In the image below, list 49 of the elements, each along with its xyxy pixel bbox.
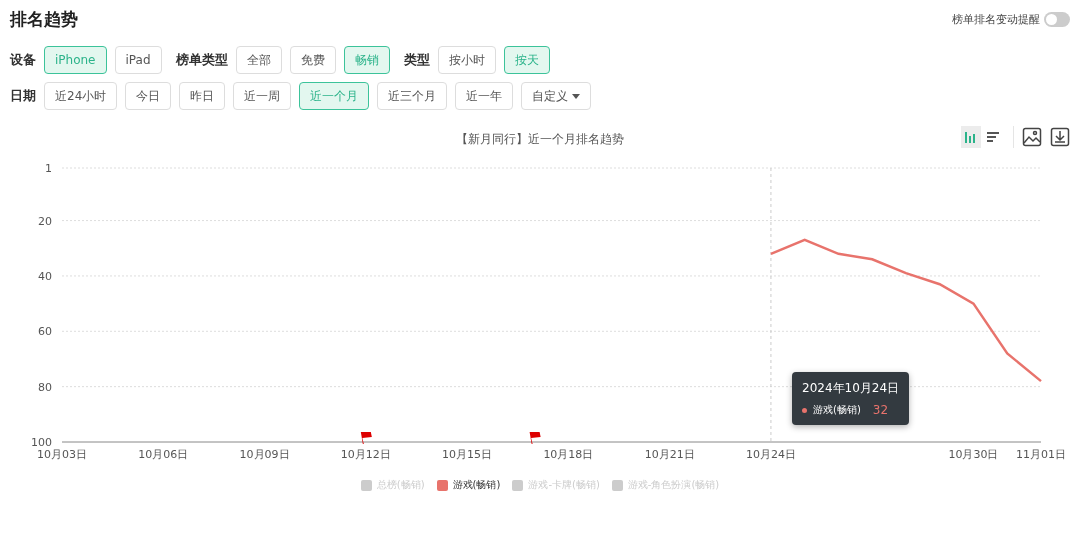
x-tick-label: 10月18日 [543,448,594,461]
x-tick-label: 10月06日 [138,448,189,461]
legend-item[interactable]: 游戏(畅销) [436,478,501,492]
caret-icon [572,93,581,99]
filter-label: 榜单类型 [175,51,228,69]
y-tick-label: 100 [31,436,52,449]
image-button[interactable] [1022,126,1042,148]
date-option[interactable]: 近24小时 [44,82,118,110]
date-option[interactable]: 昨日 [179,82,226,110]
y-tick-label: 80 [38,380,52,394]
image-icon [1022,127,1042,147]
date-option[interactable]: 近一周 [233,82,292,110]
list-icon [986,130,1000,144]
x-tick-label: 10月21日 [644,448,695,461]
x-tick-label: 10月09日 [239,448,290,461]
date-dropdown[interactable]: 自定义 [521,82,592,110]
date-option[interactable]: 近一年 [455,82,514,110]
x-tick-label: 11月01日 [1016,448,1066,461]
flag-icon [360,432,372,444]
chart-title: 【新月同行】近一个月排名趋势 [456,130,624,148]
tooltip-title: 2024年10月24日 [802,380,900,397]
filter-label: 类型 [403,51,430,69]
tooltip-value: 32 [872,403,889,417]
y-tick-label: 40 [38,269,52,283]
page-title: 排名趋势 [10,7,78,31]
toggle-label: 榜单排名变动提醒 [952,11,1040,27]
filter-option[interactable]: iPad [114,46,162,74]
x-tick-label: 10月12日 [340,448,391,461]
y-tick-label: 60 [38,325,52,339]
date-option[interactable]: 近三个月 [377,82,448,110]
x-tick-label: 10月15日 [442,448,493,461]
filter-label: 设备 [10,51,36,69]
bar-chart-icon [964,130,978,144]
filter-option[interactable]: 按小时 [437,46,496,74]
x-tick-label: 10月24日 [745,448,796,461]
flag-icon [529,432,541,444]
view-toggle[interactable] [961,126,981,148]
alert-switch[interactable] [1044,11,1070,27]
filter-option[interactable]: 免费 [289,46,336,74]
x-tick-label: 10月03日 [37,448,87,461]
y-tick-label: 20 [38,214,52,228]
filter-option[interactable]: 全部 [235,46,282,74]
y-tick-label: 1 [45,162,52,175]
filter-label: 日期 [10,87,36,105]
download-button[interactable] [1050,126,1070,148]
date-option[interactable]: 今日 [125,82,172,110]
x-tick-label: 10月30日 [948,448,999,461]
download-icon [1050,127,1070,147]
tooltip-series: 游戏(畅销) [813,403,861,417]
